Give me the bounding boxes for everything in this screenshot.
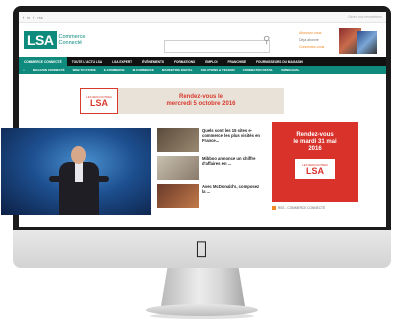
social-links: f in t rss — [23, 15, 43, 20]
already-subscribed: Déjà abonné — [299, 38, 319, 42]
article-title: Avec McDonald's, composez la ... — [202, 184, 260, 194]
speaker-right-arm — [95, 176, 109, 182]
nav-item-commerce-connecte[interactable]: COMMERCE CONNECTÉ — [19, 57, 67, 66]
logo-subtitle: Commerce Connecté — [58, 34, 86, 46]
banner-logo: LES RENCONTRES LSA — [80, 88, 118, 114]
banner-text-line2: mercredi 5 octobre 2016 — [166, 101, 236, 107]
nav-item-actu[interactable]: TOUTE L'ACTU LSA — [67, 60, 107, 64]
speaker-head — [71, 146, 86, 164]
magazine-cover-2[interactable] — [357, 31, 377, 54]
twitter-icon[interactable]: t — [33, 15, 34, 20]
sidebar-ad-logo: LES RENCONTRES LSA — [295, 159, 335, 179]
subnav-solutions[interactable]: SOLUTIONS & TECHNO — [197, 68, 239, 72]
subnav-web-to-store[interactable]: WEB TO STORE — [69, 68, 100, 72]
nav-item-evenements[interactable]: ÉVÉNEMENTS — [137, 60, 169, 64]
newsletter-link[interactable]: Gérer vos newsletters — [348, 15, 382, 19]
secondary-nav: ⌂ MAGASIN CONNECTÉ WEB TO STORE E-COMMER… — [19, 66, 386, 74]
rss-label: RSS - COMMERCE CONNECTÉ — [278, 206, 326, 210]
list-item[interactable]: Quels sont les 15 sites e-commerce les p… — [157, 128, 262, 152]
subnav-omnicanal[interactable]: OMNICANAL — [277, 68, 303, 72]
nav-item-emploi[interactable]: EMPLOI — [200, 60, 222, 64]
sidebar-ad-line3: 2016 — [308, 146, 322, 152]
nav-item-expert[interactable]: LSA EXPERT — [107, 60, 137, 64]
rss-feed-link[interactable]: RSS - COMMERCE CONNECTÉ — [272, 206, 325, 210]
article-thumbnail — [157, 184, 199, 208]
nav-item-formations[interactable]: FORMATIONS — [169, 60, 200, 64]
banner-text-line1: Rendez-vous le — [178, 94, 223, 100]
nav-item-franchise[interactable]: FRANCHISE — [223, 60, 252, 64]
article-title: Mibboo annonce un chiffre d'affaires en … — [202, 156, 256, 166]
site-logo[interactable]: LSA Commerce Connecté — [24, 31, 89, 49]
article-thumbnail — [157, 156, 199, 180]
sidebar-ad-line1: Rendez-vous — [296, 132, 334, 138]
subnav-marketing[interactable]: MARKETING DIGITAL — [158, 68, 197, 72]
top-strip: f in t rss Gérer vos newsletters — [19, 12, 386, 23]
search-input[interactable] — [164, 40, 270, 53]
home-icon[interactable]: ⌂ — [19, 68, 29, 72]
speaker-left-arm — [49, 176, 63, 182]
article-thumbnail — [157, 128, 199, 152]
article-list: Quels sont les 15 sites e-commerce les p… — [157, 128, 262, 212]
sidebar-ad[interactable]: Rendez-vous le mardi 31 mai 2016 LES REN… — [272, 122, 358, 202]
speaker-figure — [49, 146, 109, 215]
sidebar-ad-text: Rendez-vous le mardi 31 mai 2016 — [272, 132, 358, 153]
subscribe-block: Abonnez-vous Déjà abonné Connectez-vous — [299, 30, 339, 51]
sidebar-ad-line2: le mardi 31 mai — [293, 139, 337, 145]
facebook-icon[interactable]: f — [23, 15, 24, 20]
list-item[interactable]: Mibboo annonce un chiffre d'affaires en … — [157, 156, 262, 180]
banner-text: Rendez-vous le mercredi 5 octobre 2016 — [118, 94, 284, 108]
speaker-shirt — [75, 162, 83, 182]
monitor-stand — [161, 266, 245, 306]
subnav-mcommerce[interactable]: M-COMMERCE — [129, 68, 158, 72]
hero-image[interactable] — [1, 128, 151, 215]
subnav-ecommerce[interactable]: E-COMMERCE — [100, 68, 129, 72]
primary-nav: COMMERCE CONNECTÉ TOUTE L'ACTU LSA LSA E… — [19, 57, 386, 66]
rss-icon — [272, 206, 276, 210]
site-header: LSA Commerce Connecté ⚲ Abonnez-vous Déj… — [19, 23, 386, 57]
login-link[interactable]: Connectez-vous — [299, 44, 339, 51]
linkedin-icon[interactable]: in — [27, 15, 30, 20]
subscribe-link[interactable]: Abonnez-vous — [299, 30, 339, 37]
event-banner-ad[interactable]: LES RENCONTRES LSA Rendez-vous le mercre… — [80, 88, 284, 114]
rss-icon[interactable]: rss — [37, 15, 42, 20]
subnav-magasin[interactable]: MAGASIN CONNECTÉ — [29, 68, 69, 72]
subnav-connected-retail[interactable]: CONNECTED RETAIL — [239, 68, 277, 72]
banner-logo-text: LSA — [90, 97, 108, 108]
search-icon[interactable]: ⚲ — [263, 35, 270, 46]
list-item[interactable]: Avec McDonald's, composez la ... — [157, 184, 262, 208]
article-title: Quels sont les 15 sites e-commerce les p… — [202, 128, 260, 143]
sidebar-ad-logo-text: LSA — [306, 165, 324, 176]
nav-item-fournisseurs[interactable]: FOURNISSEURS DU MAGASIN — [251, 60, 308, 64]
apple-logo-icon:  — [196, 238, 207, 259]
logo-mark: LSA — [24, 31, 57, 49]
monitor-stand-base — [146, 304, 258, 316]
